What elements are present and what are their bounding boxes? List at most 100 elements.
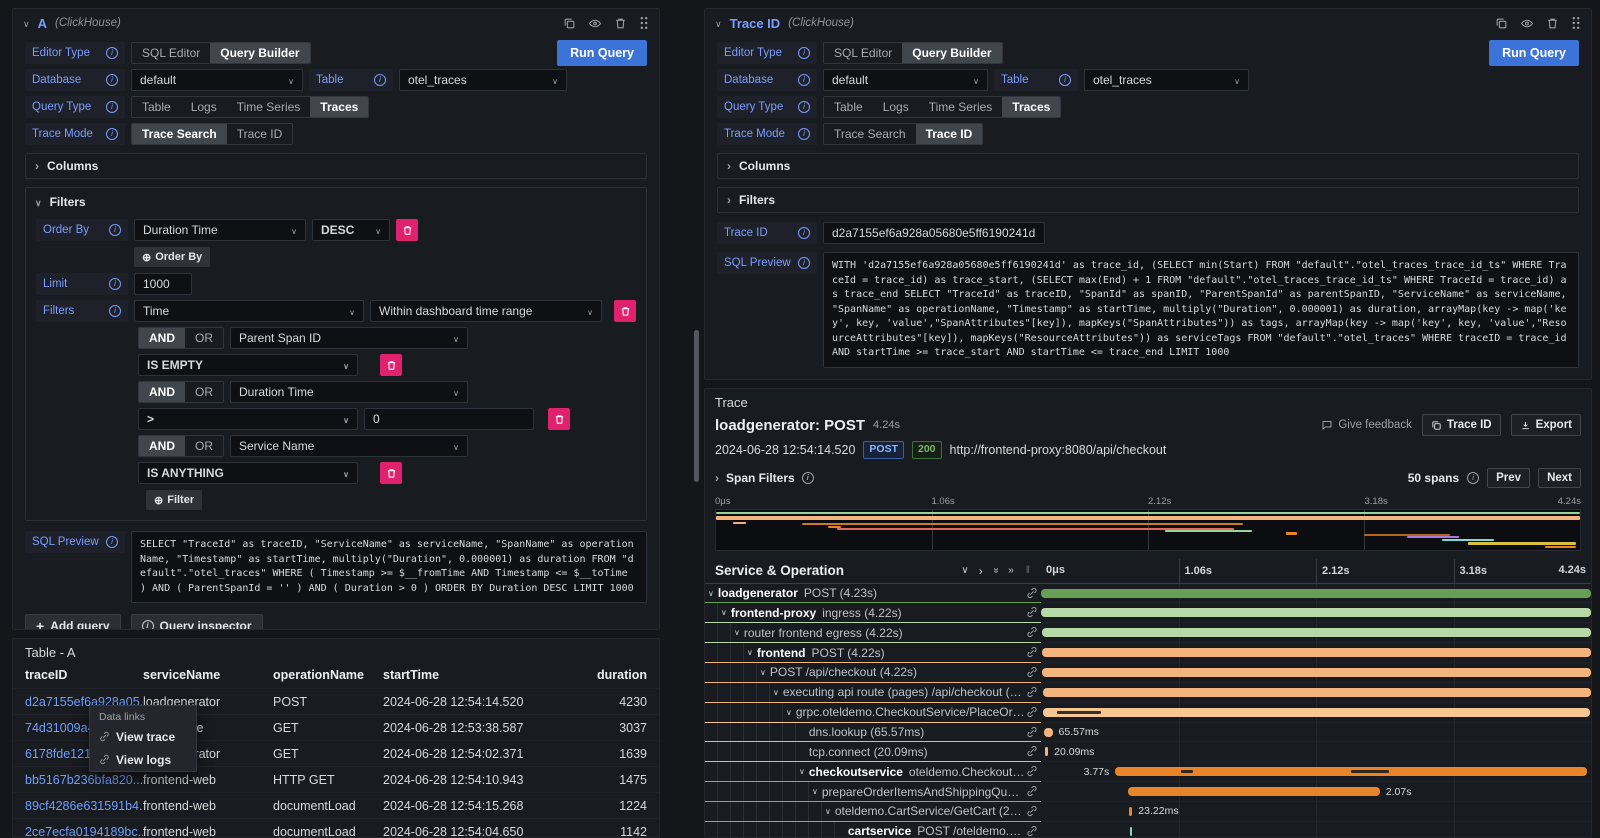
run-query-button[interactable]: Run Query bbox=[1489, 40, 1579, 66]
collapse-all-icon[interactable]: » bbox=[990, 568, 1001, 574]
add-query-button[interactable]: +Add query bbox=[25, 614, 121, 630]
query-type-table[interactable]: Table bbox=[824, 97, 873, 117]
view-trace-menu-item[interactable]: View trace bbox=[90, 725, 196, 748]
span-name-cell[interactable]: ∨cartservicePOST /oteldemo.CartService/G… bbox=[705, 822, 1041, 838]
chevron-down-icon[interactable]: ∨ bbox=[799, 767, 805, 776]
trace-id-option[interactable]: Trace ID bbox=[227, 124, 293, 144]
span-bar[interactable] bbox=[1130, 827, 1132, 836]
span-bar[interactable] bbox=[1045, 747, 1048, 756]
next-button[interactable]: Next bbox=[1538, 468, 1581, 488]
database-select[interactable]: default bbox=[823, 69, 988, 91]
span-row[interactable]: ∨dns.lookup (65.57ms)65.57ms bbox=[705, 723, 1591, 743]
chevron-down-icon[interactable]: ∨ bbox=[773, 688, 779, 697]
link-icon[interactable] bbox=[1026, 626, 1038, 638]
trace-search-option[interactable]: Trace Search bbox=[132, 124, 227, 144]
trace-id-option[interactable]: Trace ID bbox=[916, 124, 983, 144]
span-name-cell[interactable]: ∨grpc.oteldemo.CheckoutService/PlaceOrde… bbox=[705, 703, 1041, 723]
expand-one-icon[interactable]: › bbox=[979, 564, 983, 578]
link-icon[interactable] bbox=[1026, 606, 1038, 618]
query-type-timeseries[interactable]: Time Series bbox=[919, 97, 1003, 117]
trace-id-button[interactable]: Trace ID bbox=[1422, 414, 1501, 436]
export-button[interactable]: Export bbox=[1511, 414, 1581, 436]
span-row[interactable]: ∨cartservicePOST /oteldemo.CartService/G… bbox=[705, 822, 1591, 838]
span-name-cell[interactable]: ∨executing api route (pages) /api/checko… bbox=[705, 683, 1041, 703]
trace-id-link[interactable]: bb5167b236bfa820... bbox=[25, 773, 143, 787]
collapse-query-icon[interactable] bbox=[23, 16, 30, 30]
add-order-by-button[interactable]: ⊕Order By bbox=[134, 247, 210, 267]
link-icon[interactable] bbox=[1026, 785, 1038, 797]
query-builder-option[interactable]: Query Builder bbox=[902, 43, 1001, 63]
order-by-field-select[interactable]: Duration Time bbox=[134, 219, 306, 241]
remove-filter-duration-button[interactable] bbox=[548, 408, 570, 430]
query-builder-option[interactable]: Query Builder bbox=[210, 43, 309, 63]
col-operationname[interactable]: operationName bbox=[273, 668, 383, 682]
filter-op-select-isanything[interactable]: IS ANYTHING bbox=[138, 462, 358, 484]
span-bar[interactable] bbox=[1129, 807, 1132, 816]
trace-minimap[interactable] bbox=[715, 509, 1581, 551]
remove-filter-servicename-button[interactable] bbox=[380, 462, 402, 484]
remove-filter-parentspan-button[interactable] bbox=[380, 354, 402, 376]
drag-handle-icon[interactable] bbox=[639, 16, 649, 30]
table-a-title[interactable]: Table - A bbox=[13, 639, 659, 662]
span-name-cell[interactable]: ∨router frontend egress (4.22s) bbox=[705, 623, 1041, 643]
col-servicename[interactable]: serviceName bbox=[143, 668, 273, 682]
span-name-cell[interactable]: ∨tcp.connect (20.09ms) bbox=[705, 742, 1041, 762]
trace-search-option[interactable]: Trace Search bbox=[824, 124, 916, 144]
col-duration[interactable]: duration bbox=[561, 668, 647, 682]
span-bar[interactable] bbox=[1044, 728, 1053, 737]
remove-filter-time-button[interactable] bbox=[614, 300, 636, 322]
and-option[interactable]: AND bbox=[139, 382, 185, 402]
span-row[interactable]: ∨router frontend egress (4.22s) bbox=[705, 623, 1591, 643]
chevron-down-icon[interactable]: ∨ bbox=[734, 628, 740, 637]
link-icon[interactable] bbox=[1026, 825, 1038, 837]
chevron-down-icon[interactable]: ∨ bbox=[760, 668, 766, 677]
link-icon[interactable] bbox=[1026, 706, 1038, 718]
span-row[interactable]: ∨prepareOrderItemsAndShippingQuoteFromCa… bbox=[705, 782, 1591, 802]
chevron-down-icon[interactable]: ∨ bbox=[786, 708, 792, 717]
collapse-query-icon[interactable] bbox=[715, 16, 722, 30]
columns-section[interactable]: Columns bbox=[25, 153, 647, 179]
chevron-down-icon[interactable]: ∨ bbox=[812, 787, 818, 796]
view-logs-menu-item[interactable]: View logs bbox=[90, 748, 196, 771]
span-row[interactable]: ∨grpc.oteldemo.CheckoutService/PlaceOrde… bbox=[705, 703, 1591, 723]
order-by-direction-select[interactable]: DESC bbox=[312, 219, 390, 241]
run-query-button[interactable]: Run Query bbox=[557, 40, 647, 66]
query-ref-id[interactable]: A bbox=[38, 16, 47, 31]
col-traceid[interactable]: traceID bbox=[25, 668, 143, 682]
filter-op-select-time[interactable]: Within dashboard time range bbox=[370, 300, 602, 322]
span-bar[interactable] bbox=[1042, 628, 1591, 637]
expand-all-icon[interactable]: » bbox=[1008, 565, 1014, 576]
span-name-cell[interactable]: ∨POST /api/checkout (4.22s) bbox=[705, 663, 1041, 683]
query-inspector-button[interactable]: Query inspector bbox=[823, 379, 955, 381]
hide-query-icon[interactable] bbox=[588, 17, 602, 30]
sql-editor-option[interactable]: SQL Editor bbox=[132, 43, 210, 63]
columns-section[interactable]: Columns bbox=[717, 153, 1579, 179]
link-icon[interactable] bbox=[1026, 765, 1038, 777]
or-option[interactable]: OR bbox=[185, 328, 223, 348]
span-bar[interactable] bbox=[1043, 708, 1590, 717]
trace-id-link[interactable]: 2ce7ecfa0194189bc... bbox=[25, 825, 143, 838]
or-option[interactable]: OR bbox=[185, 436, 223, 456]
delete-query-icon[interactable] bbox=[614, 17, 627, 30]
span-bar[interactable] bbox=[1041, 589, 1591, 598]
filter-field-select-time[interactable]: Time bbox=[134, 300, 364, 322]
and-option[interactable]: AND bbox=[139, 436, 185, 456]
query-type-table[interactable]: Table bbox=[132, 97, 181, 117]
query-type-logs[interactable]: Logs bbox=[181, 97, 227, 117]
span-row[interactable]: ∨tcp.connect (20.09ms)20.09ms bbox=[705, 742, 1591, 762]
table-select[interactable]: otel_traces bbox=[1084, 69, 1249, 91]
span-row[interactable]: ∨checkoutserviceoteldemo.CheckoutService… bbox=[705, 762, 1591, 782]
add-query-button[interactable]: +Add query bbox=[717, 379, 813, 381]
span-bar[interactable] bbox=[1043, 688, 1591, 697]
trace-id-input[interactable]: d2a7155ef6a928a05680e5ff6190241d bbox=[823, 222, 1045, 244]
span-filters-toggle[interactable]: Span Filters bbox=[715, 471, 814, 485]
trace-panel-title[interactable]: Trace bbox=[705, 389, 1591, 410]
chevron-down-icon[interactable]: ∨ bbox=[747, 648, 753, 657]
sql-editor-option[interactable]: SQL Editor bbox=[824, 43, 902, 63]
link-icon[interactable] bbox=[1026, 666, 1038, 678]
filters-section-header[interactable]: Filters bbox=[35, 190, 636, 214]
span-bar[interactable] bbox=[1128, 787, 1380, 796]
span-bar[interactable] bbox=[1041, 608, 1591, 617]
filter-op-select-isempty[interactable]: IS EMPTY bbox=[138, 354, 358, 376]
span-name-cell[interactable]: ∨oteldemo.CartService/GetCart (23.22ms) bbox=[705, 802, 1041, 822]
